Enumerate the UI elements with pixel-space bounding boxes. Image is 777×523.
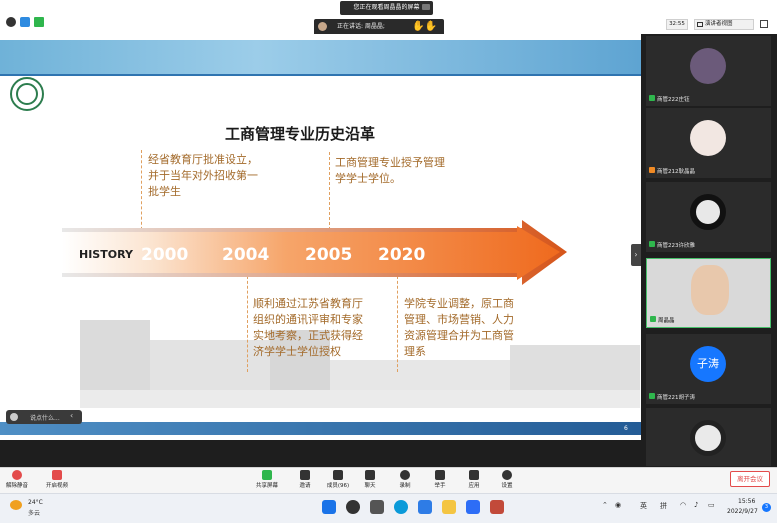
settings-button[interactable]: 设置 (492, 470, 522, 489)
timeline-note-2020: 学院专业调整，原工商管理、市场营销、人力资源管理合并为工商管理系 (404, 297, 514, 358)
more-icon[interactable] (422, 4, 430, 10)
share-screen-button[interactable]: 共享屏幕 (252, 470, 282, 489)
unmute-button[interactable]: 解除静音 (2, 470, 32, 489)
screen-share-banner: 您正在观看周晶晶的屏幕 (340, 1, 433, 15)
video-off-icon (52, 470, 62, 480)
search-icon[interactable] (346, 500, 360, 514)
chat-button[interactable]: 聊天 (355, 470, 385, 489)
timeline-note-2000: 经省教育厅批准设立，并于当年对外招收第一批学生 (148, 153, 258, 198)
participant-name: 商管221胡子涛 (649, 393, 695, 401)
start-video-button[interactable]: 开启视频 (42, 470, 72, 489)
start-icon[interactable] (322, 500, 336, 514)
mic-on-icon (649, 393, 655, 399)
mic-on-icon (649, 241, 655, 247)
video-feed (691, 265, 729, 315)
signal-icon[interactable] (34, 17, 44, 27)
input-language[interactable]: 英 (640, 501, 647, 511)
mic-off-icon (12, 470, 22, 480)
members-button[interactable]: 成员(96) (323, 470, 353, 489)
meeting-timer: 32:55 (666, 19, 688, 30)
history-label: HISTORY (79, 248, 133, 261)
hand-raised-icon (649, 167, 655, 173)
timeline-note-2005: 工商管理专业授予管理学学士学位。 (335, 156, 445, 185)
avatar: 子涛 (690, 346, 726, 382)
avatar (690, 420, 726, 456)
weather-temperature[interactable]: 24°C (28, 499, 43, 506)
emoji-icon[interactable] (10, 413, 18, 421)
settings-icon (502, 470, 512, 480)
invite-button[interactable]: 邀请 (290, 470, 320, 489)
notification-badge[interactable]: 3 (762, 503, 771, 512)
store-icon[interactable] (466, 500, 480, 514)
meeting-toolbar (0, 467, 777, 493)
fullscreen-icon[interactable] (760, 20, 768, 28)
meeting-window: 您正在观看周晶晶的屏幕 正在讲话: 周晶晶; ✋✋ 32:55 演讲者视图 南通… (0, 0, 777, 523)
battery-icon[interactable]: ▭ (708, 501, 715, 509)
shield-icon[interactable] (20, 17, 30, 27)
timeline-year: 2000 (141, 245, 189, 265)
collapse-chat-icon[interactable]: ‹ (70, 411, 73, 420)
university-logo-ring (16, 83, 38, 105)
reaction-icon[interactable]: ✋✋ (412, 20, 442, 33)
clock-date[interactable]: 2022/9/27 (727, 508, 758, 515)
speaker-view-button[interactable]: 演讲者视图 (694, 19, 754, 30)
avatar (690, 194, 726, 230)
wifi-icon[interactable]: ◠ (680, 501, 686, 509)
participant-tile[interactable] (646, 408, 771, 466)
task-view-icon[interactable] (370, 500, 384, 514)
speaker-avatar (318, 22, 327, 31)
tray-arrow-icon[interactable]: ⌃ (602, 501, 608, 509)
slide-footer-band (0, 422, 641, 435)
participant-name: 周晶晶 (650, 316, 675, 324)
timeline-note-2004: 顺利通过江苏省教育厅组织的通讯评审和专家实地考察，正式获得经济学学士学位授权 (253, 297, 363, 358)
weather-description[interactable]: 多云 (28, 508, 40, 517)
file-explorer-icon[interactable] (442, 500, 456, 514)
tray-app-icon[interactable]: ◉ (615, 501, 621, 509)
timeline-year: 2020 (378, 245, 426, 265)
share-screen-icon (262, 470, 272, 480)
raise-hand-button[interactable]: 举手 (425, 470, 455, 489)
slide-header-line (0, 74, 641, 76)
slide-header-band (0, 40, 641, 74)
participant-tile[interactable]: 商管212耿晶晶 (646, 108, 771, 178)
volume-icon[interactable]: ♪ (694, 501, 698, 509)
office-icon[interactable] (490, 500, 504, 514)
avatar (690, 120, 726, 156)
timeline-connector (397, 276, 398, 372)
collapse-sidebar-icon[interactable]: › (631, 244, 641, 266)
meeting-app-icon[interactable] (418, 500, 432, 514)
info-icon[interactable] (6, 17, 16, 27)
slide-title: 工商管理专业历史沿革 (225, 125, 376, 143)
avatar (690, 48, 726, 84)
apps-icon (469, 470, 479, 480)
apps-button[interactable]: 应用 (459, 470, 489, 489)
view-grid-icon (697, 22, 703, 27)
mic-on-icon (649, 95, 655, 101)
record-button[interactable]: 录制 (390, 470, 420, 489)
chat-placeholder[interactable]: 说点什么... (30, 413, 60, 422)
timeline-year: 2004 (222, 245, 270, 265)
participant-name: 商管223许欣雅 (649, 241, 695, 249)
input-method[interactable]: 拼 (660, 501, 667, 511)
weather-icon[interactable] (10, 500, 22, 510)
chat-icon (365, 470, 375, 480)
leave-meeting-button[interactable]: 离开会议 (730, 471, 770, 487)
participant-tile[interactable]: 商管222庄钰 (646, 36, 771, 106)
clock-time[interactable]: 15:56 (738, 498, 755, 505)
slide-page-number: 6 (624, 425, 628, 432)
university-name: 南通大學 (52, 82, 144, 107)
edge-icon[interactable] (394, 500, 408, 514)
participant-name: 商管222庄钰 (649, 95, 690, 103)
participant-tile[interactable]: 商管223许欣雅 (646, 182, 771, 252)
participant-tile[interactable]: 子涛 商管221胡子涛 (646, 334, 771, 404)
raise-hand-icon (435, 470, 445, 480)
timeline-connector (247, 276, 248, 372)
timeline-year: 2005 (305, 245, 353, 265)
participant-tile-active-speaker[interactable]: 周晶晶 (646, 258, 771, 328)
invite-icon (300, 470, 310, 480)
members-icon (333, 470, 343, 480)
mic-on-icon (650, 316, 656, 322)
record-icon (400, 470, 410, 480)
participant-name: 商管212耿晶晶 (649, 167, 695, 175)
